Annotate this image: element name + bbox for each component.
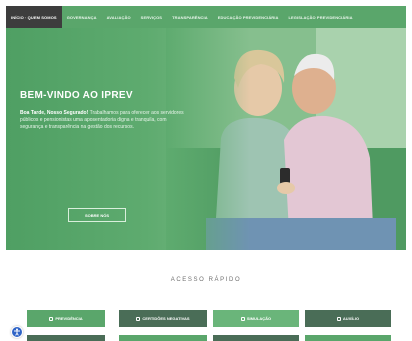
quick-access-pension-button[interactable]: Previdência (27, 310, 105, 327)
nav-item-legislation[interactable]: Legislação Previdenciária (284, 15, 358, 20)
quick-access-label: Certidões Negativas (142, 316, 190, 321)
calculator-icon (240, 316, 245, 321)
quick-access-row2-button[interactable] (119, 335, 207, 341)
nav-item-home[interactable]: Início · Quem Somos (6, 6, 62, 28)
quick-access-certificates-button[interactable]: Certidões Negativas (119, 310, 207, 327)
hero-banner: Bem-vindo ao IPREV Boa Tarde, Nosso Segu… (6, 28, 406, 250)
top-navigation: Início · Quem Somos Governança Avaliação… (6, 6, 406, 28)
hero-title: Bem-vindo ao IPREV (20, 90, 133, 101)
quick-access-assistance-button[interactable]: Auxílio (305, 310, 391, 327)
quick-access-label: Auxílio (342, 316, 360, 321)
hero-text-block: Bem-vindo ao IPREV Boa Tarde, Nosso Segu… (20, 90, 190, 131)
hero-greeting: Boa Tarde, Nosso Segurado! (20, 110, 89, 116)
nav-item-services[interactable]: Serviços (136, 15, 167, 20)
accessibility-button[interactable] (11, 326, 23, 338)
quick-access-label: Previdência (55, 316, 83, 321)
nav-item-governance[interactable]: Governança (62, 15, 102, 20)
nav-item-evaluation[interactable]: Avaliação (102, 15, 136, 20)
help-icon (336, 316, 341, 321)
accessibility-icon (14, 328, 20, 336)
quick-access-simulation-button[interactable]: Simulação (213, 310, 299, 327)
hero-about-button[interactable]: Sobre nós (68, 208, 126, 222)
quick-access-row2-button[interactable] (213, 335, 299, 341)
nav-item-transparency[interactable]: Transparência (167, 15, 213, 20)
quick-access-row2-button[interactable] (305, 335, 391, 341)
hero-photo-elderly-couple (166, 28, 406, 250)
quick-access-row2-button[interactable] (27, 335, 105, 341)
document-icon (49, 316, 54, 321)
certificate-icon (136, 316, 141, 321)
quick-access-heading: Acesso Rápido (170, 277, 242, 283)
hero-description: Boa Tarde, Nosso Segurado! Trabalhamos p… (20, 110, 190, 131)
quick-access-label: Simulação (246, 316, 272, 321)
nav-item-education[interactable]: Educação Previdenciária (213, 15, 284, 20)
